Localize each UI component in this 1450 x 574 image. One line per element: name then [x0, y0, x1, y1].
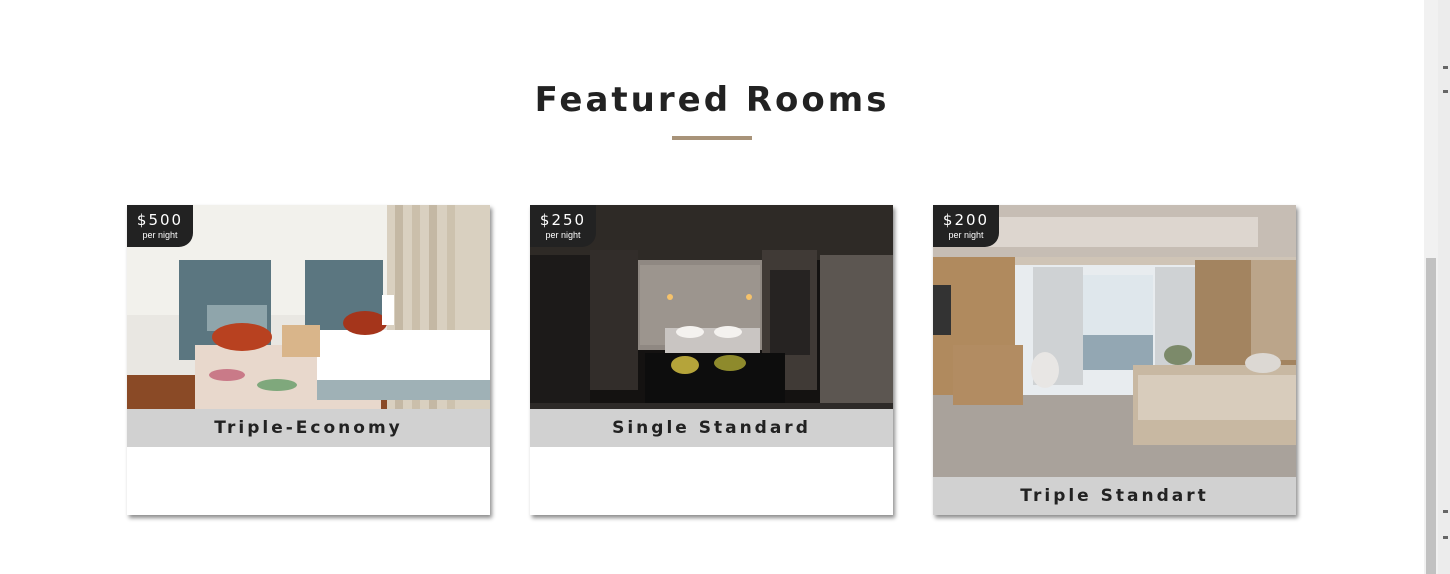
room-name[interactable]: Triple Standart [933, 477, 1296, 515]
room-card[interactable]: $250 per night Single Standard [530, 205, 893, 515]
room-price: $500 [136, 211, 184, 229]
featured-rooms-section: Featured Rooms $500 per night Triple-Eco… [0, 0, 1424, 574]
room-price: $200 [942, 211, 990, 229]
per-night-label: per night [142, 230, 178, 240]
page-scrollbar[interactable] [1424, 0, 1438, 574]
room-price: $250 [539, 211, 587, 229]
scrollbar-thumb[interactable] [1426, 258, 1436, 574]
section-title: Featured Rooms [534, 80, 890, 120]
side-panel-marker [1443, 66, 1448, 69]
room-name[interactable]: Triple-Economy [127, 409, 490, 447]
room-card[interactable]: $200 per night Triple Standart [933, 205, 1296, 515]
title-underline [672, 136, 752, 140]
room-name[interactable]: Single Standard [530, 409, 893, 447]
price-badge: $200 per night [933, 205, 999, 247]
price-badge: $250 per night [530, 205, 596, 247]
room-card[interactable]: $500 per night Triple-Economy [127, 205, 490, 515]
price-badge: $500 per night [127, 205, 193, 247]
side-panel-marker [1443, 536, 1448, 539]
per-night-label: per night [545, 230, 581, 240]
side-panel-marker [1443, 510, 1448, 513]
per-night-label: per night [948, 230, 984, 240]
side-panel-marker [1443, 90, 1448, 93]
side-panel-edge [1438, 0, 1450, 574]
